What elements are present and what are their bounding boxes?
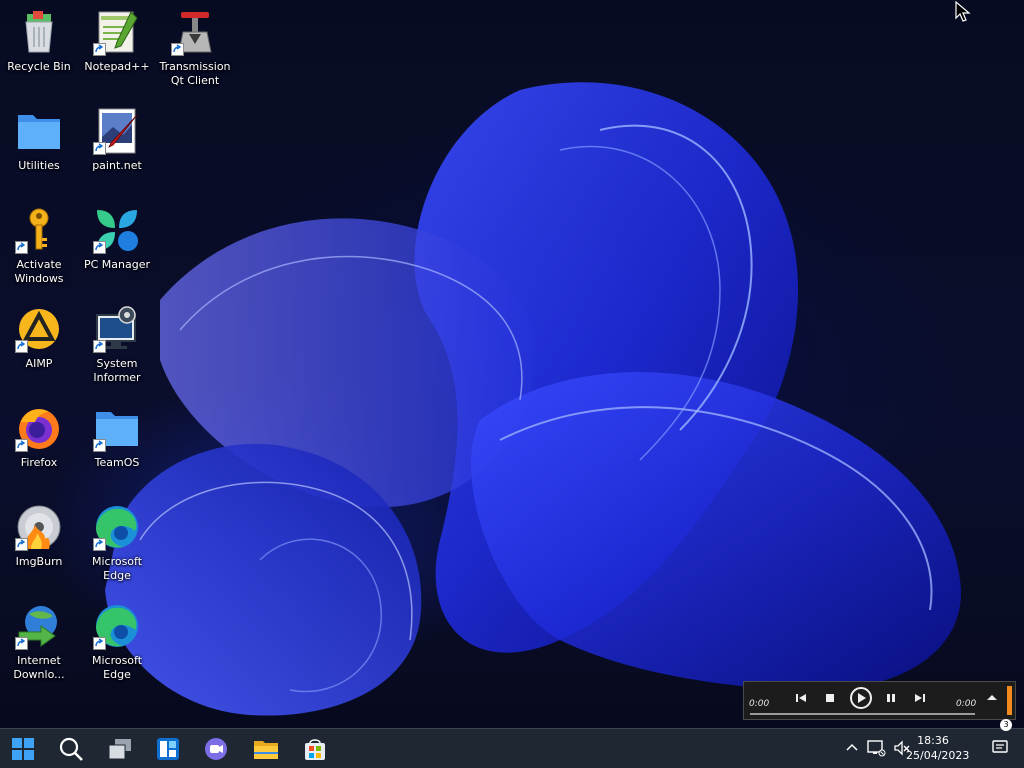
next-icon[interactable] [910,688,930,708]
shortcut-arrow-icon [93,538,106,551]
edge-icon [93,602,141,650]
system-clock[interactable]: 18:36 25/04/2023 [906,733,970,763]
total-time: 0:00 [956,699,977,709]
media-player-bar[interactable]: 0:00 0:00 [743,681,1016,720]
paintnet-icon [93,107,141,155]
shortcut-arrow-icon [93,142,106,155]
seek-bar[interactable] [750,713,975,715]
desktop-icon-recycle-bin[interactable]: Recycle Bin [1,8,77,74]
play-icon[interactable] [848,685,874,711]
desktop-icon-firefox[interactable]: Firefox [1,404,77,470]
notification-center-icon[interactable] [992,739,1010,757]
previous-icon[interactable] [791,688,811,708]
key-icon [15,206,63,254]
taskbar: 18:36 25/04/2023 3 [0,719,1024,768]
shortcut-arrow-icon [93,340,106,353]
desktop-icon-aimp[interactable]: AIMP [1,305,77,371]
folder-icon [93,404,141,452]
desktop-icon-label: Microsoft Edge [91,654,143,681]
volume-indicator[interactable] [1007,686,1012,715]
pc-manager-icon [93,206,141,254]
task-view-icon [108,739,131,760]
desktop-icon-label: Utilities [18,159,60,172]
firefox-icon [15,404,63,452]
desktop-icon-label: TeamOS [94,456,140,469]
desktop-icon-label: ImgBurn [15,555,63,568]
start-icon [12,738,34,760]
desktop-icon-utilities[interactable]: Utilities [1,107,77,173]
desktop-icon-edge-2[interactable]: Microsoft Edge [79,602,155,682]
desktop-icon-pc-manager[interactable]: PC Manager [79,206,155,272]
network-icon[interactable] [866,738,886,758]
desktop-icon-label: Activate Windows [14,258,64,285]
chevron-up-icon[interactable] [844,739,860,755]
desktop-icon-label: Recycle Bin [7,60,71,73]
shortcut-arrow-icon [93,637,106,650]
shortcut-arrow-icon [15,439,28,452]
desktop-icon-label: PC Manager [83,258,151,271]
microsoft-store-icon [305,739,325,760]
shortcut-arrow-icon [93,43,106,56]
start-button[interactable] [9,735,37,763]
transmission-icon [171,8,219,56]
widgets-icon [157,738,179,760]
shortcut-arrow-icon [171,43,184,56]
eject-icon[interactable] [982,688,1002,708]
chat-button[interactable] [202,735,230,763]
shortcut-arrow-icon [15,637,28,650]
notification-count-badge: 3 [1000,719,1012,731]
desktop-icon-label: Internet Downlo... [13,654,65,681]
system-informer-icon [93,305,141,353]
desktop-icon-label: Microsoft Edge [91,555,143,582]
desktop-icon-label: Firefox [20,456,58,469]
mouse-cursor-icon [955,1,971,22]
shortcut-arrow-icon [15,241,28,254]
imgburn-disc-icon [15,503,63,551]
desktop-icon-edge-1[interactable]: Microsoft Edge [79,503,155,583]
edge-icon [93,503,141,551]
desktop-icon-transmission[interactable]: Transmission Qt Client [157,8,233,88]
desktop-icon-label: paint.net [92,159,142,172]
stop-icon[interactable] [820,688,840,708]
file-explorer-icon [254,741,278,759]
desktop-icon-label: Notepad++ [84,60,150,73]
search-icon [59,737,83,761]
desktop-icon-teamos[interactable]: TeamOS [79,404,155,470]
desktop-icon-paintnet[interactable]: paint.net [79,107,155,173]
shortcut-arrow-icon [15,538,28,551]
desktop-icon-imgburn[interactable]: ImgBurn [1,503,77,569]
microsoft-store-button[interactable] [301,735,329,763]
desktop-icon-activate-windows[interactable]: Activate Windows [1,206,77,286]
elapsed-time: 0:00 [749,699,770,709]
file-explorer-button[interactable] [252,735,280,763]
desktop-icon-label: System Informer [93,357,141,384]
desktop-icon-label: Transmission Qt Client [159,60,231,87]
internet-download-manager-icon [15,602,63,650]
shortcut-arrow-icon [93,439,106,452]
clock-date: 25/04/2023 [906,749,970,762]
pause-icon[interactable] [881,688,901,708]
task-view-button[interactable] [106,735,134,763]
search-button[interactable] [57,735,85,763]
widgets-button[interactable] [154,735,182,763]
desktop-icon-system-informer[interactable]: System Informer [79,305,155,385]
shortcut-arrow-icon [93,241,106,254]
teams-chat-icon [205,738,227,760]
desktop-icon-notepadpp[interactable]: Notepad++ [79,8,155,74]
notepadpp-icon [93,8,141,56]
shortcut-arrow-icon [15,340,28,353]
desktop-icon-idm[interactable]: Internet Downlo... [1,602,77,682]
recycle-bin-icon [15,8,63,56]
aimp-icon [15,305,63,353]
desktop-icon-label: AIMP [25,357,53,370]
clock-time: 18:36 [917,734,949,747]
folder-icon [15,107,63,155]
